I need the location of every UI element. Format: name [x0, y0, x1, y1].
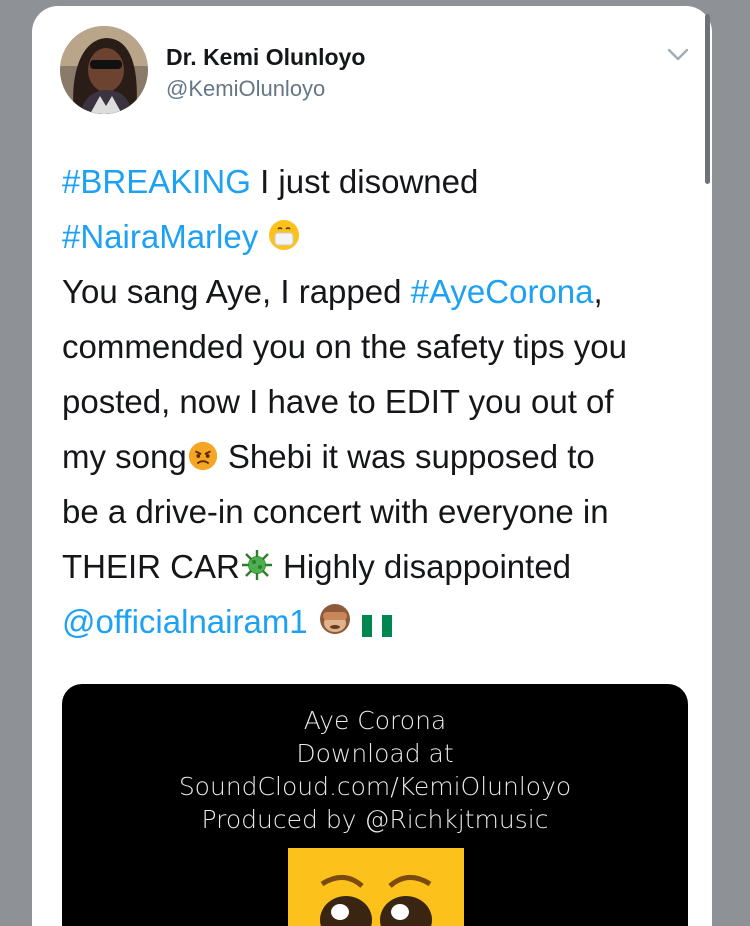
pleading-face-emoji	[288, 848, 464, 926]
tweet-text-segment: THEIR CAR	[62, 548, 240, 585]
tweet-text-segment: Highly disappointed	[273, 548, 572, 585]
tweet-text-segment: my song	[62, 438, 187, 475]
tweet-card: Dr. Kemi Olunloyo @KemiOlunloyo #BREAKIN…	[32, 6, 712, 926]
tweet-text: #BREAKING I just disowned #NairaMarley Y…	[62, 154, 702, 649]
mention-link[interactable]: @officialnairam1	[62, 603, 308, 640]
tweet-line: be a drive-in concert with everyone in	[62, 493, 609, 530]
tweet-line: THEIR CAR Highly disappointed	[62, 539, 702, 594]
scrollbar[interactable]	[705, 14, 710, 184]
hashtag-link[interactable]: #NairaMarley	[62, 218, 258, 255]
hashtag-link[interactable]: #AyeCorona	[411, 273, 594, 310]
profile-photo	[60, 26, 148, 114]
tweet-line: @officialnairam1	[62, 594, 702, 649]
tweet-text-segment: Shebi it was supposed to	[218, 438, 595, 475]
media-caption: Aye Corona Download at SoundCloud.com/Ke…	[62, 704, 688, 836]
author-name[interactable]: Dr. Kemi Olunloyo	[166, 44, 365, 71]
media-line: Download at	[296, 739, 454, 768]
avatar[interactable]	[60, 26, 148, 114]
media-line: SoundCloud.com/KemiOlunloyo	[178, 772, 572, 801]
tweet-line: #BREAKING I just disowned	[62, 154, 702, 209]
tweet-line: commended you on the safety tips you	[62, 328, 627, 365]
author-handle[interactable]: @KemiOlunloyo	[166, 76, 325, 102]
angry-emoji	[188, 441, 217, 471]
mask-emoji	[269, 220, 300, 250]
hashtag-link[interactable]: #BREAKING	[62, 163, 251, 200]
media-line: Produced by @Richkjtmusic	[201, 805, 549, 834]
tweet-media[interactable]: Aye Corona Download at SoundCloud.com/Ke…	[62, 684, 688, 926]
tweet-text-segment: You sang Aye, I rapped	[62, 273, 411, 310]
tweet-line: my song Shebi it was supposed to	[62, 429, 702, 484]
tweet-line: You sang Aye, I rapped #AyeCorona,	[62, 264, 702, 319]
tweet-line: #NairaMarley	[62, 209, 702, 264]
tweet-line: posted, now I have to EDIT you out of	[62, 383, 614, 420]
media-line: Aye Corona	[303, 706, 447, 735]
see-no-evil-monkey-emoji	[319, 604, 350, 634]
chevron-down-icon[interactable]	[666, 44, 690, 64]
tweet-text-segment: ,	[593, 273, 603, 310]
virus-emoji	[241, 550, 272, 580]
tweet-text-segment: I just disowned	[250, 163, 479, 200]
nigeria-flag-emoji	[362, 615, 393, 637]
